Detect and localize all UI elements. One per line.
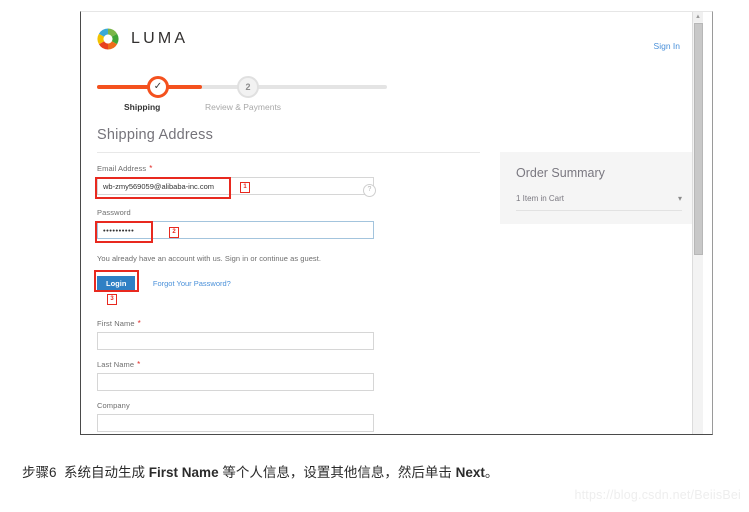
progress-step-shipping[interactable]: ✓ bbox=[147, 76, 169, 98]
annotation-number-3: 3 bbox=[107, 294, 117, 305]
caption-step-prefix: 步骤6 bbox=[22, 465, 57, 480]
sign-in-link[interactable]: Sign In bbox=[654, 41, 680, 51]
annotation-number-2: 2 bbox=[169, 227, 179, 238]
caption-text-2: 等个人信息，设置其他信息，然后单击 bbox=[218, 465, 456, 480]
caption-text-3: 。 bbox=[484, 465, 499, 480]
email-input[interactable]: wb-zmy569059@alibaba-inc.com bbox=[97, 177, 374, 195]
forgot-password-link[interactable]: Forgot Your Password? bbox=[153, 279, 231, 288]
brand-name: LUMA bbox=[131, 30, 189, 47]
order-summary-title: Order Summary bbox=[516, 166, 605, 180]
first-name-field-label: First Name * bbox=[97, 319, 497, 328]
divider-top bbox=[97, 152, 480, 153]
caption-bold-first-name: First Name bbox=[148, 465, 219, 480]
email-label-text: Email Address bbox=[97, 164, 147, 173]
shipping-address-form: Email Address * wb-zmy569059@alibaba-inc.… bbox=[94, 164, 497, 434]
first-name-input[interactable] bbox=[97, 332, 374, 350]
first-name-label-text: First Name bbox=[97, 319, 135, 328]
first-name-field-row: First Name * bbox=[97, 319, 497, 358]
page-content: LUMA Sign In ✓ Shipping 2 Review & Payme… bbox=[81, 12, 703, 434]
required-marker: * bbox=[149, 164, 153, 173]
logo[interactable]: LUMA bbox=[96, 27, 188, 51]
password-field-row: Password •••••••••• 2 bbox=[95, 208, 497, 248]
scroll-up-button[interactable]: ▲ bbox=[693, 12, 703, 22]
last-name-input[interactable] bbox=[97, 373, 374, 391]
password-input[interactable]: •••••••••• bbox=[97, 221, 374, 239]
company-field-label: Company bbox=[97, 401, 497, 410]
cart-items-label: 1 Item in Cart bbox=[516, 194, 565, 203]
password-label-text: Password bbox=[97, 208, 131, 217]
last-name-label-text: Last Name bbox=[97, 360, 135, 369]
login-row: Login Forgot Your Password? 3 bbox=[94, 270, 497, 305]
vertical-scrollbar[interactable]: ▲ bbox=[692, 12, 703, 434]
progress-step-review-number: 2 bbox=[245, 81, 251, 92]
password-input-value: •••••••••• bbox=[103, 225, 135, 235]
email-field-label: Email Address * bbox=[97, 164, 497, 173]
required-marker: * bbox=[137, 360, 141, 369]
last-name-field-row: Last Name * bbox=[97, 360, 497, 399]
login-button[interactable]: Login bbox=[97, 275, 136, 292]
order-summary-panel: Order Summary 1 Item in Cart ▾ bbox=[500, 152, 698, 224]
luma-ring-logo-icon bbox=[96, 27, 120, 51]
scrollbar-thumb[interactable] bbox=[694, 23, 703, 255]
company-label-text: Company bbox=[97, 401, 130, 410]
caption-bold-next: Next bbox=[455, 465, 485, 480]
annotation-number-1: 1 bbox=[240, 182, 250, 193]
caption-text-1: 系统自动生成 bbox=[64, 465, 149, 480]
email-input-value: wb-zmy569059@alibaba-inc.com bbox=[103, 181, 214, 191]
cart-items-toggle[interactable]: 1 Item in Cart ▾ bbox=[516, 194, 682, 203]
account-hint-text: You already have an account with us. Sig… bbox=[97, 254, 321, 263]
progress-step-review[interactable]: 2 bbox=[237, 76, 259, 98]
browser-screenshot-panel: LUMA Sign In ✓ Shipping 2 Review & Payme… bbox=[80, 11, 713, 435]
password-field-label: Password bbox=[97, 208, 497, 217]
question-mark-icon[interactable]: ? bbox=[363, 184, 376, 197]
company-input[interactable] bbox=[97, 414, 374, 432]
check-icon: ✓ bbox=[153, 81, 163, 92]
required-marker: * bbox=[137, 319, 141, 328]
checkout-progress-bar: ✓ Shipping 2 Review & Payments bbox=[97, 74, 387, 114]
site-header: LUMA Sign In bbox=[81, 12, 703, 58]
progress-step-shipping-label: Shipping bbox=[124, 102, 161, 112]
progress-step-review-label: Review & Payments bbox=[205, 102, 282, 112]
order-summary-divider bbox=[516, 210, 682, 211]
figure-caption: 步骤6 系统自动生成 First Name 等个人信息，设置其他信息，然后单击 … bbox=[22, 461, 498, 481]
email-field-row: Email Address * wb-zmy569059@alibaba-inc.… bbox=[95, 164, 497, 206]
page-title: Shipping Address bbox=[97, 127, 214, 143]
watermark: https://blog.csdn.net/BeiisBei bbox=[574, 488, 741, 502]
chevron-down-icon: ▾ bbox=[677, 193, 682, 203]
triangle-up-icon: ▲ bbox=[695, 14, 701, 20]
last-name-field-label: Last Name * bbox=[97, 360, 497, 369]
company-field-row: Company bbox=[97, 401, 497, 434]
